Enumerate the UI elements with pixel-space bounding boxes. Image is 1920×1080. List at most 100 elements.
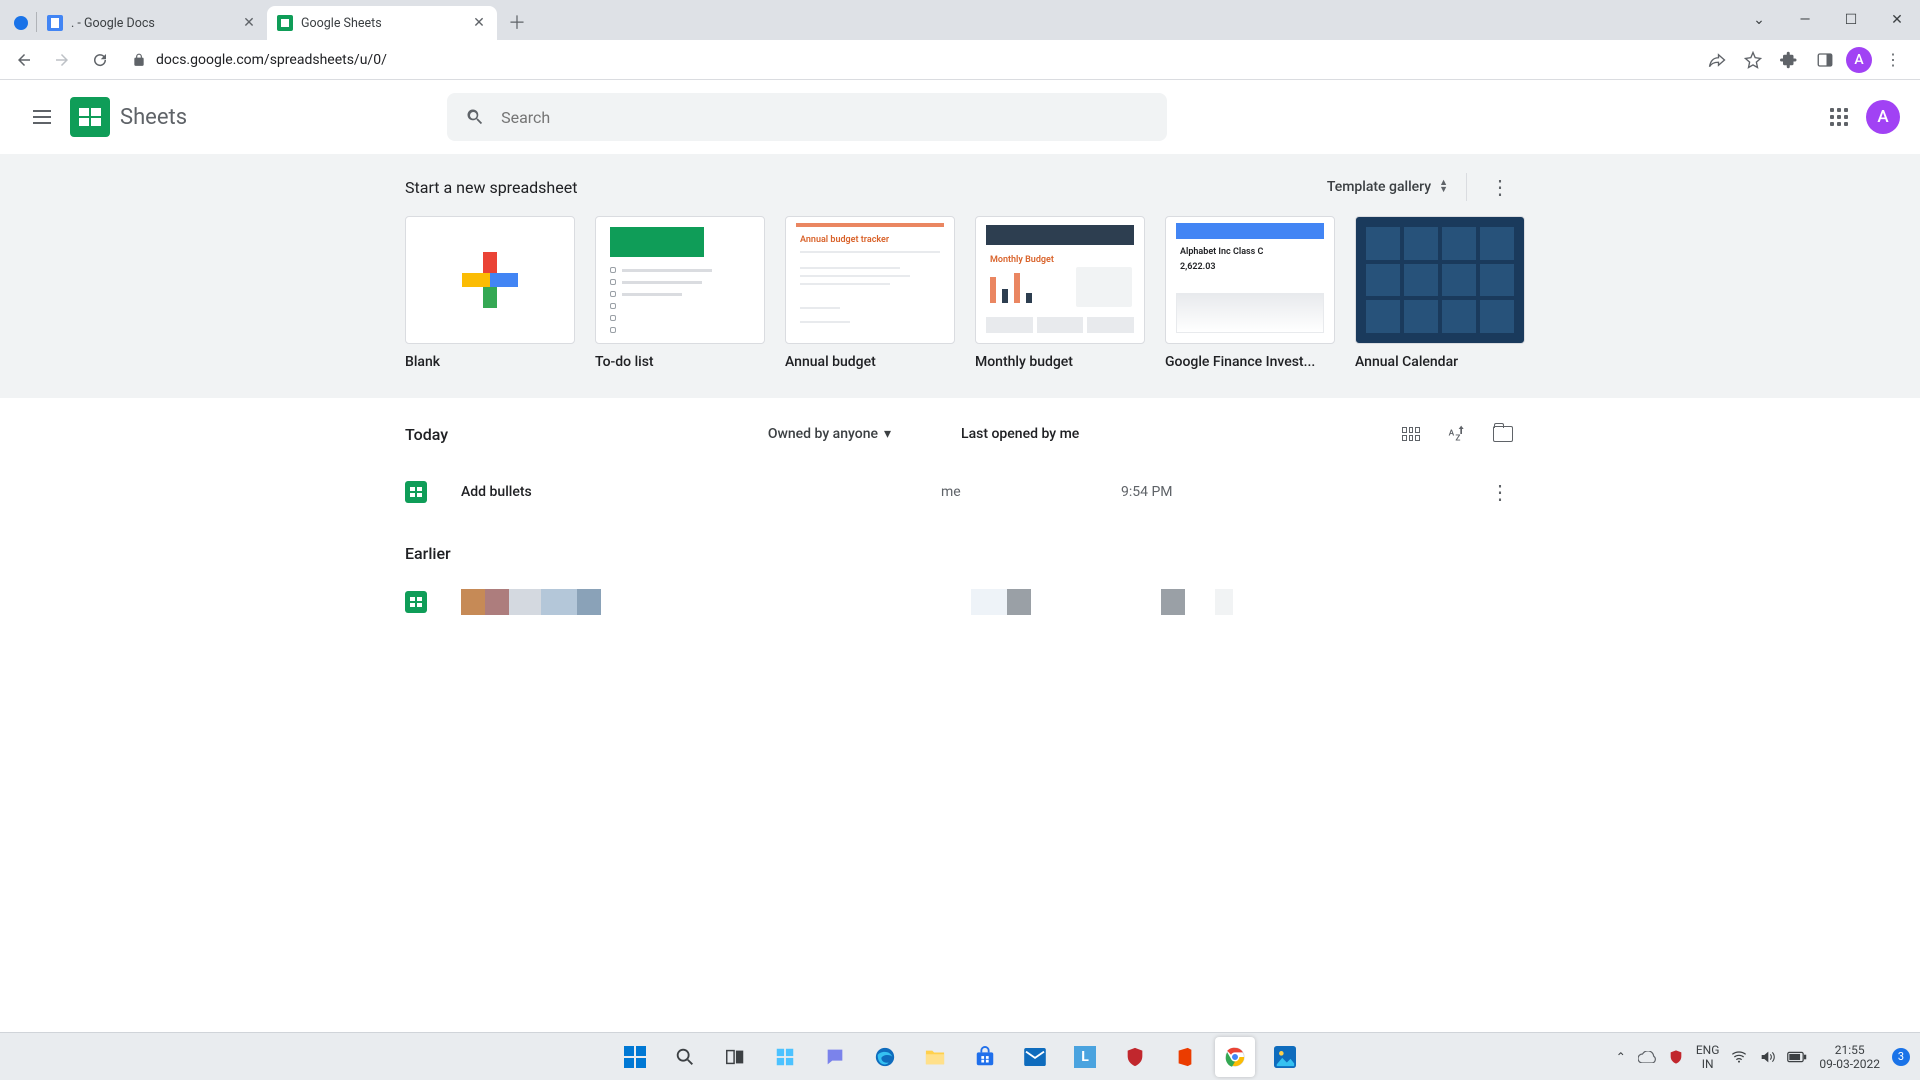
sort-label[interactable]: Last opened by me xyxy=(961,426,1079,442)
hamburger-icon xyxy=(33,110,51,124)
search-box[interactable] xyxy=(447,93,1167,141)
windows-taskbar: L ⌃ ENG IN 21:55 09-03-2022 3 xyxy=(0,1032,1920,1080)
new-tab-button[interactable]: ＋ xyxy=(503,8,531,36)
template-label: Blank xyxy=(405,354,575,370)
skeleton-block xyxy=(1007,589,1031,615)
share-icon[interactable] xyxy=(1702,45,1732,75)
owner-filter-dropdown[interactable]: Owned by anyone ▾ xyxy=(768,426,891,442)
mail-icon[interactable] xyxy=(1015,1037,1055,1077)
thumb-text: Annual budget tracker xyxy=(800,235,889,245)
separator xyxy=(1466,173,1467,201)
template-gallery-button[interactable]: Template gallery ▲▼ xyxy=(1327,179,1448,195)
open-file-picker-button[interactable] xyxy=(1491,422,1515,446)
back-button[interactable] xyxy=(8,44,40,76)
forward-button[interactable] xyxy=(46,44,78,76)
browser-menu-icon[interactable]: ⋮ xyxy=(1878,45,1908,75)
templates-more-button[interactable]: ⋮ xyxy=(1485,172,1515,202)
task-view-button[interactable] xyxy=(715,1037,755,1077)
document-more-button[interactable]: ⋮ xyxy=(1485,480,1515,504)
templates-heading: Start a new spreadsheet xyxy=(405,178,577,197)
template-blank[interactable]: Blank xyxy=(405,216,575,370)
close-tab-icon[interactable]: ✕ xyxy=(241,15,257,31)
minimize-button[interactable]: — xyxy=(1782,0,1828,40)
search-icon xyxy=(465,107,485,127)
documents-section: Today Owned by anyone ▾ Last opened by m… xyxy=(0,398,1920,639)
templates-section: Start a new spreadsheet Template gallery… xyxy=(0,154,1920,398)
browser-tab-docs[interactable]: . - Google Docs ✕ xyxy=(37,6,267,40)
skeleton-block xyxy=(485,589,509,615)
chrome-icon[interactable] xyxy=(1215,1037,1255,1077)
template-monthly-budget[interactable]: Monthly Budget Monthly budget xyxy=(975,216,1145,370)
browser-profile-avatar[interactable]: A xyxy=(1846,47,1872,73)
document-row-loading xyxy=(405,589,1515,615)
skeleton-block xyxy=(1215,589,1233,615)
extensions-icon[interactable] xyxy=(1774,45,1804,75)
chat-button[interactable] xyxy=(815,1037,855,1077)
google-apps-button[interactable] xyxy=(1830,108,1848,126)
bookmark-star-icon[interactable] xyxy=(1738,45,1768,75)
sort-az-button[interactable]: AZ xyxy=(1445,422,1469,446)
template-label: Monthly budget xyxy=(975,354,1145,370)
template-calendar[interactable]: Annual Calendar xyxy=(1355,216,1525,370)
browser-tab-sheets[interactable]: Google Sheets ✕ xyxy=(267,6,497,40)
sheets-logo-icon[interactable] xyxy=(70,97,110,137)
window-controls: ⌄ — ☐ ✕ xyxy=(1736,0,1920,40)
edge-icon[interactable] xyxy=(865,1037,905,1077)
sheets-file-icon xyxy=(405,481,427,503)
skeleton-block xyxy=(577,589,601,615)
svg-text:Z: Z xyxy=(1455,434,1460,444)
document-row[interactable]: Add bullets me 9:54 PM ⋮ xyxy=(405,466,1515,518)
battery-icon[interactable] xyxy=(1787,1051,1807,1063)
template-label: Google Finance Invest... xyxy=(1165,354,1335,370)
search-input[interactable] xyxy=(501,108,1149,127)
svg-text:A: A xyxy=(1449,429,1455,439)
taskbar-search-button[interactable] xyxy=(665,1037,705,1077)
maximize-button[interactable]: ☐ xyxy=(1828,0,1874,40)
mcafee-icon[interactable] xyxy=(1115,1037,1155,1077)
template-annual-budget[interactable]: Annual budget tracker Annual budget xyxy=(785,216,955,370)
onedrive-icon[interactable] xyxy=(1638,1051,1656,1063)
tray-overflow-icon[interactable]: ⌃ xyxy=(1616,1050,1626,1064)
close-tab-icon[interactable]: ✕ xyxy=(471,15,487,31)
windows-logo-icon xyxy=(624,1046,646,1068)
template-finance[interactable]: Alphabet Inc Class C 2,622.03 Google Fin… xyxy=(1165,216,1335,370)
template-label: Annual budget xyxy=(785,354,955,370)
thumb-text: Monthly Budget xyxy=(990,255,1054,265)
main-menu-button[interactable] xyxy=(20,95,64,139)
template-gallery-label: Template gallery xyxy=(1327,179,1431,195)
url-text: docs.google.com/spreadsheets/u/0/ xyxy=(156,52,387,68)
document-time: 9:54 PM xyxy=(1121,484,1381,500)
address-bar[interactable]: docs.google.com/spreadsheets/u/0/ xyxy=(122,45,1696,75)
document-name: Add bullets xyxy=(461,484,941,500)
explorer-icon[interactable] xyxy=(915,1037,955,1077)
mcafee-tray-icon[interactable] xyxy=(1668,1049,1684,1065)
template-todo[interactable]: To-do list xyxy=(595,216,765,370)
start-button[interactable] xyxy=(615,1037,655,1077)
tab-title: . - Google Docs xyxy=(71,16,233,31)
notification-badge[interactable]: 3 xyxy=(1892,1048,1910,1066)
sheets-favicon-icon xyxy=(277,15,293,31)
reload-button[interactable] xyxy=(84,44,116,76)
docs-favicon-icon xyxy=(47,15,63,31)
office-icon[interactable] xyxy=(1165,1037,1205,1077)
time-label: 21:55 xyxy=(1835,1043,1865,1057)
side-panel-icon[interactable] xyxy=(1810,45,1840,75)
tab-search-icon[interactable]: ⌄ xyxy=(1736,0,1782,40)
lang-top: ENG xyxy=(1696,1043,1720,1057)
volume-icon[interactable] xyxy=(1759,1049,1775,1065)
photos-icon[interactable] xyxy=(1265,1037,1305,1077)
browser-action-icons: A ⋮ xyxy=(1702,45,1912,75)
close-window-button[interactable]: ✕ xyxy=(1874,0,1920,40)
wifi-icon[interactable] xyxy=(1731,1050,1747,1064)
grid-view-button[interactable] xyxy=(1399,422,1423,446)
account-avatar[interactable]: A xyxy=(1866,100,1900,134)
widgets-button[interactable] xyxy=(765,1037,805,1077)
store-icon[interactable] xyxy=(965,1037,1005,1077)
clock[interactable]: 21:55 09-03-2022 xyxy=(1819,1043,1880,1071)
app-l-icon[interactable]: L xyxy=(1065,1037,1105,1077)
lang-bottom: IN xyxy=(1702,1057,1714,1071)
recording-indicator-icon xyxy=(14,16,28,30)
unfold-icon: ▲▼ xyxy=(1439,180,1448,194)
language-indicator[interactable]: ENG IN xyxy=(1696,1043,1720,1071)
thumb-text: 2,622.03 xyxy=(1180,262,1216,272)
